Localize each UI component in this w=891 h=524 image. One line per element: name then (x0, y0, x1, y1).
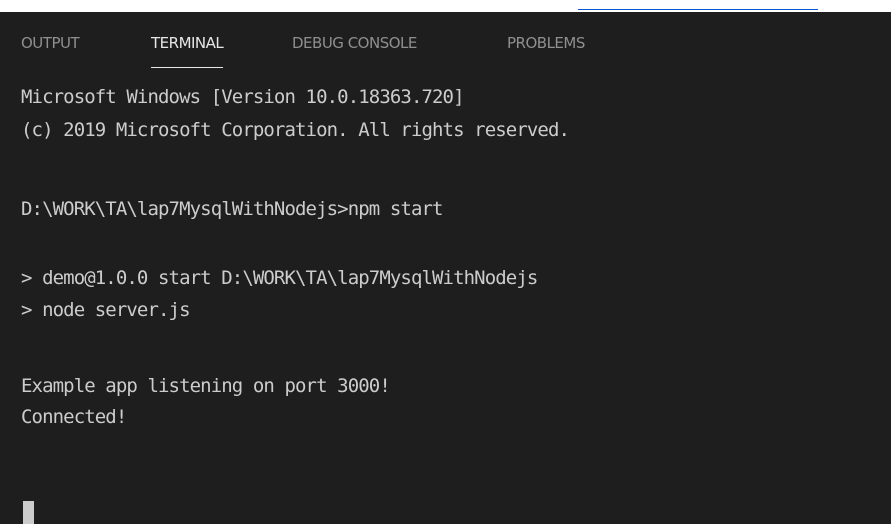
terminal-cursor (23, 501, 34, 524)
tab-output[interactable]: OUTPUT (21, 34, 80, 64)
terminal-line: Microsoft Windows [Version 10.0.18363.72… (21, 86, 465, 108)
tab-problems[interactable]: PROBLEMS (507, 34, 585, 64)
terminal-line: Connected! (21, 406, 127, 428)
terminal-line: > demo@1.0.0 start D:\WORK\TA\lap7MysqlW… (21, 267, 538, 289)
tab-debug-console[interactable]: DEBUG CONSOLE (292, 34, 417, 64)
terminal-line: > node server.js (21, 299, 191, 321)
page-top-strip (0, 0, 891, 12)
terminal-line: Example app listening on port 3000! (21, 375, 391, 397)
terminal-panel: OUTPUT TERMINAL DEBUG CONSOLE PROBLEMS M… (0, 12, 891, 524)
panel-tab-bar: OUTPUT TERMINAL DEBUG CONSOLE PROBLEMS (0, 12, 891, 70)
tab-terminal[interactable]: TERMINAL (151, 34, 224, 68)
terminal-line: (c) 2019 Microsoft Corporation. All righ… (21, 119, 570, 141)
link-underline-fragment[interactable] (578, 0, 818, 10)
terminal-line: D:\WORK\TA\lap7MysqlWithNodejs>npm start (21, 198, 443, 220)
